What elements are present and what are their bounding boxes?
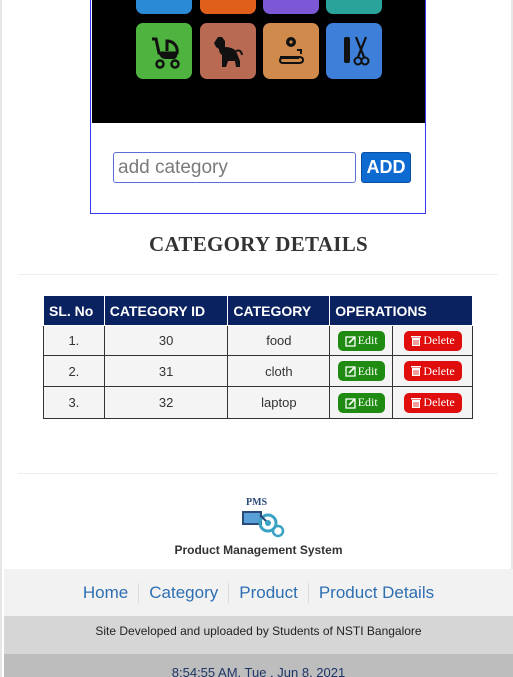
delete-label: Delete <box>423 395 455 409</box>
site-credit: Site Developed and uploaded by Students … <box>4 616 513 654</box>
tile-top-orange <box>200 0 256 14</box>
footer-divider <box>18 473 498 474</box>
cell-category: cloth <box>227 355 331 387</box>
trash-icon <box>411 397 422 408</box>
edit-label: Edit <box>357 333 378 347</box>
cell-category: laptop <box>227 386 331 419</box>
scissors-icon <box>326 23 382 79</box>
cell-delete: Delete <box>392 386 473 419</box>
category-banner-image <box>92 0 425 123</box>
trash-icon <box>411 366 422 376</box>
divider <box>18 274 498 275</box>
edit-button[interactable]: Edit <box>337 330 385 351</box>
cell-sl-no: 1. <box>43 325 105 356</box>
logo-text: PMS <box>246 497 268 508</box>
stroller-icon <box>136 23 192 79</box>
cell-delete: Delete <box>392 355 473 387</box>
cell-category-id: 30 <box>103 325 229 356</box>
edit-icon <box>345 335 356 347</box>
add-category-button[interactable]: ADD <box>361 152 411 183</box>
cell-sl-no: 2. <box>43 355 105 387</box>
edit-button[interactable]: Edit <box>337 361 385 381</box>
date-time-clock: 8:54:55 AM, Tue , Jun 8, 2021 <box>4 654 513 677</box>
edit-label: Edit <box>357 395 378 409</box>
nav-link-product-details[interactable]: Product Details <box>309 583 444 603</box>
edit-icon <box>345 397 356 409</box>
table-row: 3. 32 laptop Edit Delete <box>43 386 473 419</box>
tile-top-teal <box>326 0 382 14</box>
cell-edit: Edit <box>329 386 394 419</box>
category-add-panel: ADD <box>90 0 426 214</box>
footer-nav: Home Category Product Product Details <box>4 569 513 616</box>
table-row: 1. 30 food Edit Delete <box>43 325 473 356</box>
nav-link-home[interactable]: Home <box>73 582 140 603</box>
header-category: CATEGORY <box>227 295 331 326</box>
delete-button[interactable]: Delete <box>403 330 462 351</box>
cell-delete: Delete <box>392 325 473 356</box>
section-title: CATEGORY DETAILS <box>149 232 368 256</box>
tile-top-purple <box>263 0 319 14</box>
header-operations: OPERATIONS <box>329 295 473 326</box>
sewing-machine-icon <box>263 23 319 79</box>
header-sl-no: SL. No <box>43 295 105 326</box>
table-row: 2. 31 cloth Edit Delete <box>43 355 473 387</box>
category-table: SL. No CATEGORY ID CATEGORY OPERATIONS 1… <box>43 295 473 419</box>
delete-label: Delete <box>423 363 455 378</box>
cell-edit: Edit <box>329 355 394 387</box>
delete-button[interactable]: Delete <box>403 392 462 413</box>
edit-icon <box>345 366 356 377</box>
nav-link-category[interactable]: Category <box>139 582 230 603</box>
trash-icon <box>411 335 422 346</box>
pms-logo: PMS <box>238 495 288 539</box>
add-category-form: ADD <box>113 152 413 184</box>
page: ADD CATEGORY DETAILS SL. No CATEGORY ID … <box>0 0 513 677</box>
edit-button[interactable]: Edit <box>337 392 385 413</box>
delete-button[interactable]: Delete <box>403 361 462 381</box>
app-name: Product Management System <box>174 543 343 557</box>
cell-sl-no: 3. <box>43 386 105 419</box>
dog-icon <box>200 23 256 79</box>
cell-edit: Edit <box>329 325 394 356</box>
table-header-row: SL. No CATEGORY ID CATEGORY OPERATIONS <box>43 295 473 326</box>
tile-top-blue <box>136 0 192 14</box>
header-category-id: CATEGORY ID <box>103 295 229 326</box>
cell-category: food <box>227 325 331 356</box>
nav-link-product[interactable]: Product <box>229 582 309 603</box>
cell-category-id: 32 <box>103 386 229 419</box>
add-category-input[interactable] <box>113 152 356 183</box>
delete-label: Delete <box>423 333 455 347</box>
edit-label: Edit <box>357 363 378 378</box>
cell-category-id: 31 <box>103 355 229 387</box>
